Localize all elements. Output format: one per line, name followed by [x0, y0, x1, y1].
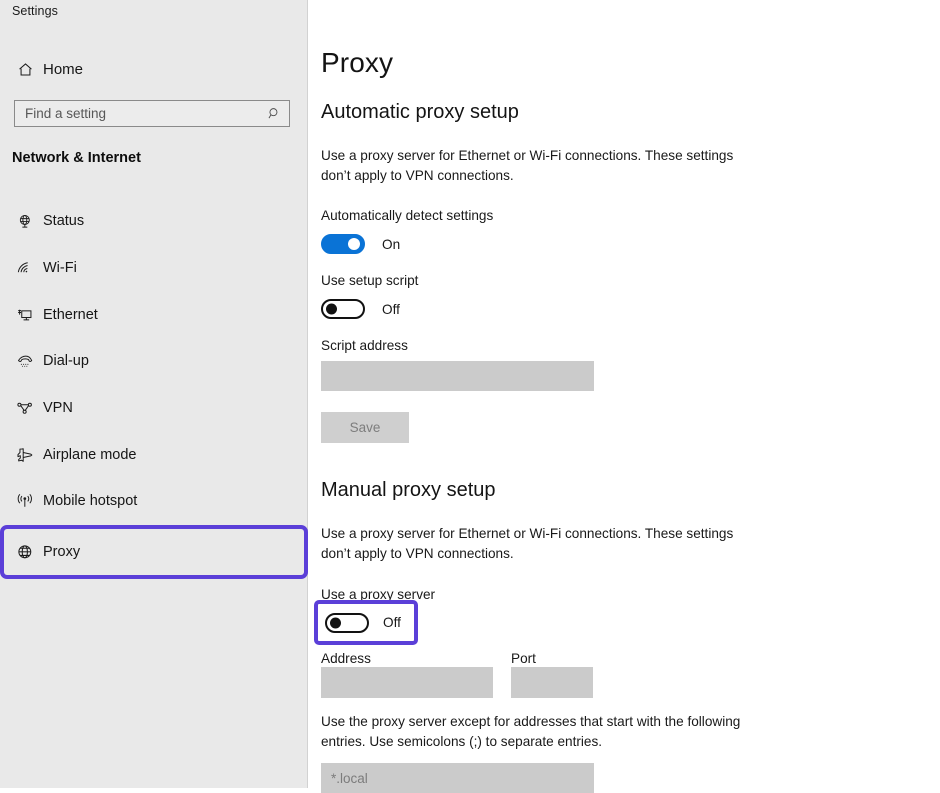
save-button[interactable]: Save: [321, 412, 409, 443]
page-title: Proxy: [321, 47, 393, 79]
sidebar-category-header: Network & Internet: [12, 150, 141, 166]
address-input[interactable]: [321, 667, 493, 698]
sidebar-item-ethernet[interactable]: Ethernet: [0, 291, 308, 338]
sidebar-nav: Status Wi-Fi: [0, 198, 308, 579]
sidebar-item-label: Dial-up: [43, 353, 89, 369]
sidebar-item-label: Airplane mode: [43, 447, 137, 463]
auto-detect-toggle-row[interactable]: On: [321, 234, 400, 254]
sidebar-item-mobile-hotspot[interactable]: Mobile hotspot: [0, 478, 308, 525]
manual-proxy-heading: Manual proxy setup: [321, 479, 496, 502]
home-icon: [10, 61, 40, 78]
sidebar-item-label: VPN: [43, 400, 73, 416]
sidebar-item-proxy[interactable]: Proxy: [0, 525, 308, 579]
setup-script-toggle-row[interactable]: Off: [321, 299, 400, 319]
exceptions-description: Use the proxy server except for addresse…: [321, 712, 753, 752]
sidebar-item-label: Proxy: [43, 544, 80, 560]
sidebar-item-label: Ethernet: [43, 307, 98, 323]
sidebar-item-status[interactable]: Status: [0, 198, 308, 245]
setup-script-toggle[interactable]: [321, 299, 365, 319]
exceptions-input[interactable]: [321, 763, 594, 793]
sidebar-item-vpn[interactable]: VPN: [0, 385, 308, 432]
manual-proxy-description: Use a proxy server for Ethernet or Wi-Fi…: [321, 524, 746, 564]
toggle-knob: [348, 238, 360, 250]
search-input[interactable]: [15, 101, 259, 126]
sidebar-item-home[interactable]: Home: [0, 54, 308, 84]
vpn-icon: [10, 399, 40, 417]
setup-script-toggle-state: Off: [382, 302, 400, 317]
sidebar-item-dialup[interactable]: Dial-up: [0, 338, 308, 385]
sidebar: Settings Home Network & Internet: [0, 0, 308, 788]
sidebar-item-label: Mobile hotspot: [43, 493, 137, 509]
use-proxy-toggle-highlight[interactable]: Off: [314, 600, 418, 645]
automatic-proxy-description: Use a proxy server for Ethernet or Wi-Fi…: [321, 146, 746, 186]
globe-status-icon: [10, 213, 40, 230]
auto-detect-label: Automatically detect settings: [321, 208, 493, 223]
globe-proxy-icon: [10, 543, 40, 561]
script-address-input[interactable]: [321, 361, 594, 391]
toggle-knob: [330, 617, 341, 628]
use-proxy-toggle-state: Off: [383, 615, 401, 630]
sidebar-item-label: Status: [43, 213, 84, 229]
app-title: Settings: [12, 4, 58, 18]
auto-detect-toggle[interactable]: [321, 234, 365, 254]
search-box[interactable]: [14, 100, 290, 127]
port-label: Port: [511, 651, 536, 666]
ethernet-icon: [10, 306, 40, 324]
sidebar-home-label: Home: [43, 61, 83, 78]
hotspot-icon: [10, 492, 40, 510]
settings-window: Settings Home Network & Internet: [0, 0, 940, 788]
sidebar-item-airplane-mode[interactable]: Airplane mode: [0, 431, 308, 478]
address-label: Address: [321, 651, 371, 666]
toggle-knob: [326, 304, 337, 315]
sidebar-item-label: Wi-Fi: [43, 260, 77, 276]
script-address-label: Script address: [321, 338, 408, 353]
airplane-icon: [10, 446, 40, 464]
dialup-phone-icon: [10, 352, 40, 370]
wifi-icon: [10, 259, 40, 277]
sidebar-item-wifi[interactable]: Wi-Fi: [0, 245, 308, 292]
port-input[interactable]: [511, 667, 593, 698]
automatic-proxy-heading: Automatic proxy setup: [321, 101, 519, 124]
setup-script-label: Use setup script: [321, 273, 418, 288]
main-content: Proxy Automatic proxy setup Use a proxy …: [308, 0, 940, 788]
use-proxy-toggle[interactable]: [325, 613, 369, 633]
search-icon[interactable]: [259, 106, 289, 121]
auto-detect-toggle-state: On: [382, 237, 400, 252]
